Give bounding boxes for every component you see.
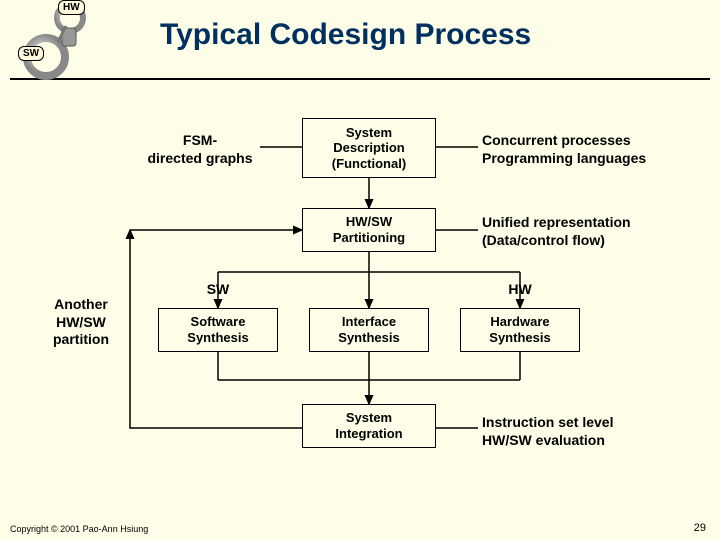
node-system-integration: SystemIntegration xyxy=(302,404,436,448)
label-fsm: FSM-directed graphs xyxy=(140,132,260,167)
node-hwsw-partitioning: HW/SWPartitioning xyxy=(302,208,436,252)
hw-tag: HW xyxy=(58,0,85,15)
node-hardware-synthesis: HardwareSynthesis xyxy=(460,308,580,352)
label-another-partition: AnotherHW/SWpartition xyxy=(36,296,126,349)
label-instruction-set: Instruction set levelHW/SW evaluation xyxy=(482,414,702,449)
sw-tag: SW xyxy=(18,46,44,61)
node-software-synthesis: SoftwareSynthesis xyxy=(158,308,278,352)
page-title: Typical Codesign Process xyxy=(160,18,531,52)
label-concurrent: Concurrent processesProgramming language… xyxy=(482,132,702,167)
label-sw: SW xyxy=(190,281,246,299)
diagram-canvas: SystemDescription(Functional) HW/SWParti… xyxy=(0,80,720,510)
handcuff-graphic: HW SW xyxy=(18,2,138,80)
node-system-description: SystemDescription(Functional) xyxy=(302,118,436,178)
node-interface-synthesis: InterfaceSynthesis xyxy=(309,308,429,352)
copyright-text: Copyright © 2001 Pao-Ann Hsiung xyxy=(10,524,148,534)
page-number: 29 xyxy=(694,522,706,534)
label-hw: HW xyxy=(492,281,548,299)
header: Typical Codesign Process HW SW xyxy=(10,0,710,80)
label-unified: Unified representation(Data/control flow… xyxy=(482,214,702,249)
